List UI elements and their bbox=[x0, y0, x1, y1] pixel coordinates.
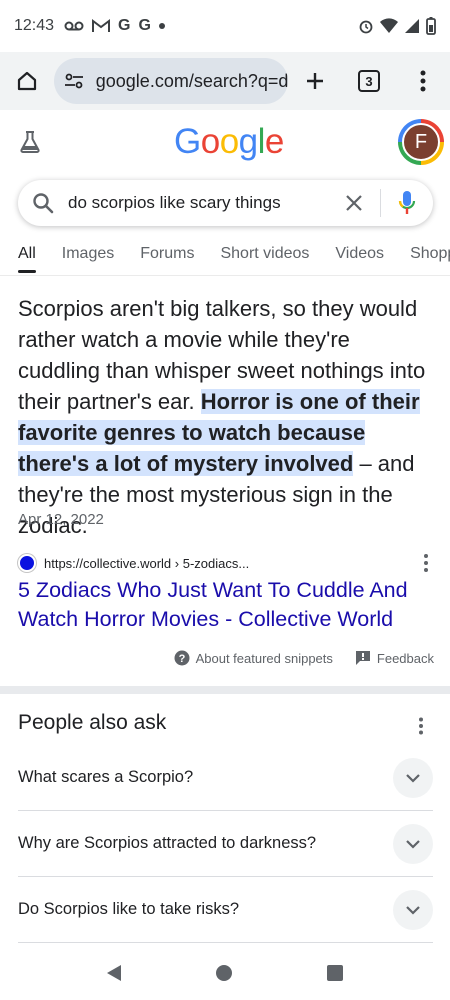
logo-letter: G bbox=[174, 122, 201, 161]
google-logo[interactable]: Google bbox=[174, 122, 284, 162]
paa-more-icon[interactable] bbox=[418, 717, 424, 740]
paa-question-text: Why are Scorpios attracted to darkness? bbox=[18, 834, 317, 852]
about-featured-snippets-link[interactable]: ? About featured snippets bbox=[174, 650, 333, 666]
alarm-icon bbox=[358, 18, 374, 34]
voicemail-icon bbox=[64, 20, 84, 32]
help-icon: ? bbox=[174, 650, 190, 666]
dot-icon bbox=[158, 23, 165, 29]
plus-icon bbox=[307, 73, 323, 89]
recents-icon[interactable] bbox=[326, 965, 343, 981]
system-nav-bar bbox=[0, 946, 450, 1000]
expand-button[interactable] bbox=[393, 823, 433, 864]
tab-count: 3 bbox=[358, 70, 380, 92]
paa-question-text: Do Scorpios like to take risks? bbox=[18, 900, 240, 918]
logo-letter: o bbox=[219, 122, 239, 161]
wifi-icon bbox=[380, 18, 398, 34]
signal-icon bbox=[404, 18, 420, 34]
status-time: 12:43 bbox=[14, 17, 55, 34]
source-url[interactable]: https://collective.world › 5-zodiacs... bbox=[44, 556, 249, 571]
home-icon bbox=[17, 71, 37, 91]
tab-images[interactable]: Images bbox=[62, 236, 114, 275]
voice-search-button[interactable] bbox=[387, 190, 427, 216]
tab-forums[interactable]: Forums bbox=[140, 236, 194, 275]
status-bar: 12:43 G G bbox=[0, 0, 450, 52]
svg-text:?: ? bbox=[178, 653, 185, 665]
labs-flask-icon[interactable] bbox=[18, 130, 42, 159]
snippet-date: Apr 12, 2022 bbox=[18, 511, 104, 528]
tab-videos[interactable]: Videos bbox=[335, 236, 384, 275]
home-button[interactable] bbox=[0, 52, 54, 110]
clear-search-button[interactable] bbox=[334, 194, 374, 212]
google-icon: G bbox=[138, 17, 151, 34]
paa-question[interactable]: Why are Scorpios attracted to darkness? bbox=[18, 811, 433, 877]
about-label: About featured snippets bbox=[195, 650, 333, 666]
search-box[interactable]: do scorpios like scary things bbox=[18, 180, 433, 226]
paa-question[interactable]: Do Scorpios like to take risks? bbox=[18, 877, 433, 943]
feedback-link[interactable]: Feedback bbox=[355, 650, 434, 666]
people-also-ask-title: People also ask bbox=[18, 711, 167, 734]
address-bar[interactable]: google.com/search?q=d bbox=[53, 58, 288, 104]
google-icon: G bbox=[118, 17, 131, 34]
close-icon bbox=[346, 195, 362, 211]
expand-button[interactable] bbox=[393, 757, 433, 798]
snippet-footer: ? About featured snippets Feedback bbox=[174, 650, 434, 666]
url-text: google.com/search?q=d bbox=[95, 70, 288, 91]
battery-icon bbox=[426, 17, 436, 35]
tab-switcher-button[interactable]: 3 bbox=[342, 52, 396, 110]
result-source[interactable]: https://collective.world › 5-zodiacs... bbox=[18, 552, 436, 574]
logo-letter: l bbox=[257, 122, 266, 161]
site-favicon bbox=[18, 554, 36, 572]
result-more-icon[interactable] bbox=[416, 554, 436, 572]
logo-letter: g bbox=[238, 122, 258, 161]
chevron-down-icon bbox=[406, 773, 420, 783]
tab-all[interactable]: All bbox=[18, 236, 36, 275]
mic-icon bbox=[398, 191, 416, 214]
chevron-down-icon bbox=[406, 905, 420, 915]
logo-letter: e bbox=[264, 122, 284, 161]
search-icon bbox=[18, 192, 68, 214]
feedback-label: Feedback bbox=[376, 650, 434, 666]
gmail-icon bbox=[92, 19, 111, 33]
expand-button[interactable] bbox=[393, 889, 433, 930]
more-vert-icon bbox=[420, 70, 426, 92]
google-header: Google F bbox=[0, 110, 450, 176]
paa-question[interactable]: What scares a Scorpio? bbox=[18, 745, 433, 811]
back-icon[interactable] bbox=[107, 965, 122, 981]
tab-short-videos[interactable]: Short videos bbox=[220, 236, 309, 275]
logo-letter: o bbox=[200, 122, 220, 161]
tab-shopping[interactable]: Shopping bbox=[410, 236, 450, 275]
site-settings-icon[interactable] bbox=[64, 73, 86, 89]
result-title-link[interactable]: 5 Zodiacs Who Just Want To Cuddle And Wa… bbox=[18, 576, 438, 634]
feedback-icon bbox=[355, 651, 370, 665]
search-divider bbox=[380, 189, 381, 217]
home-circle-icon[interactable] bbox=[215, 965, 232, 981]
account-avatar-button[interactable]: F bbox=[398, 119, 444, 165]
browser-toolbar: google.com/search?q=d 3 bbox=[0, 52, 450, 110]
search-tabs: All Images Forums Short videos Videos Sh… bbox=[0, 236, 450, 276]
avatar: F bbox=[402, 123, 440, 161]
browser-menu-button[interactable] bbox=[396, 52, 450, 110]
paa-question-text: What scares a Scorpio? bbox=[18, 768, 194, 786]
new-tab-button[interactable] bbox=[288, 52, 342, 110]
section-divider bbox=[0, 686, 450, 694]
chevron-down-icon bbox=[406, 839, 420, 849]
featured-snippet-text: Scorpios aren't big talkers, so they wou… bbox=[18, 293, 436, 541]
search-input[interactable]: do scorpios like scary things bbox=[68, 193, 334, 213]
